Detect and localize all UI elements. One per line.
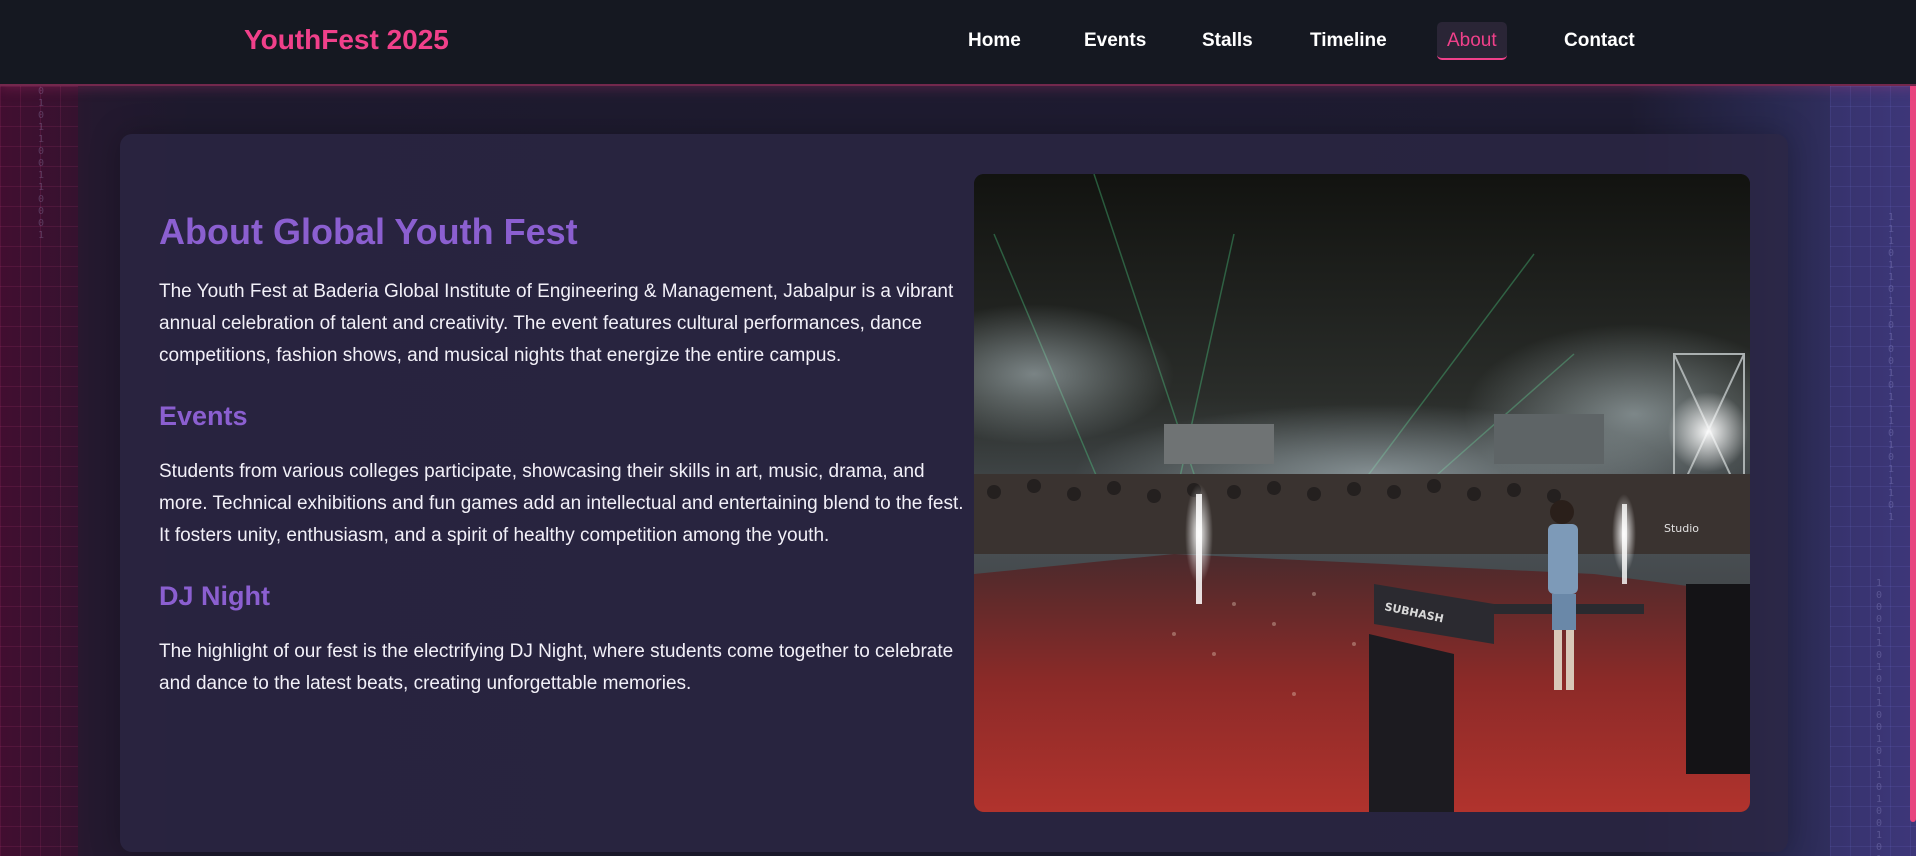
photo-watermark: Studio [1664,522,1699,535]
events-heading: Events [159,401,248,431]
dj-night-paragraph: The highlight of our fest is the electri… [159,641,954,694]
scrollbar-thumb[interactable] [1910,62,1916,822]
dj-night-photo: SUBHASH Studio [974,174,1750,812]
nav-link-events[interactable]: Events [1074,22,1156,60]
about-text-column: About Global Youth Fest The Youth Fest a… [159,210,979,700]
nav-link-contact[interactable]: Contact [1554,22,1645,60]
about-title: About Global Youth Fest [159,211,578,252]
site-header: YouthFest 2025 Home Events Stalls Timeli… [0,0,1916,86]
nav-link-about[interactable]: About [1437,22,1507,60]
events-paragraph: Students from various colleges participa… [159,461,964,546]
dj-night-heading: DJ Night [159,581,270,611]
binary-rain-decoration: 11101101101001011101011101 [1888,212,1895,523]
binary-rain-decoration: 0101100110001 [38,86,45,241]
about-intro-paragraph: The Youth Fest at Baderia Global Institu… [159,281,954,366]
nav-link-stalls[interactable]: Stalls [1192,22,1263,60]
nav-link-timeline[interactable]: Timeline [1300,22,1397,60]
right-grid-decoration [1830,86,1916,856]
about-card: About Global Youth Fest The Youth Fest a… [120,134,1788,852]
binary-rain-decoration: 10001101011001011010010110 [1876,578,1883,856]
nav-link-home[interactable]: Home [958,22,1031,60]
brand-logo[interactable]: YouthFest 2025 [244,24,449,56]
